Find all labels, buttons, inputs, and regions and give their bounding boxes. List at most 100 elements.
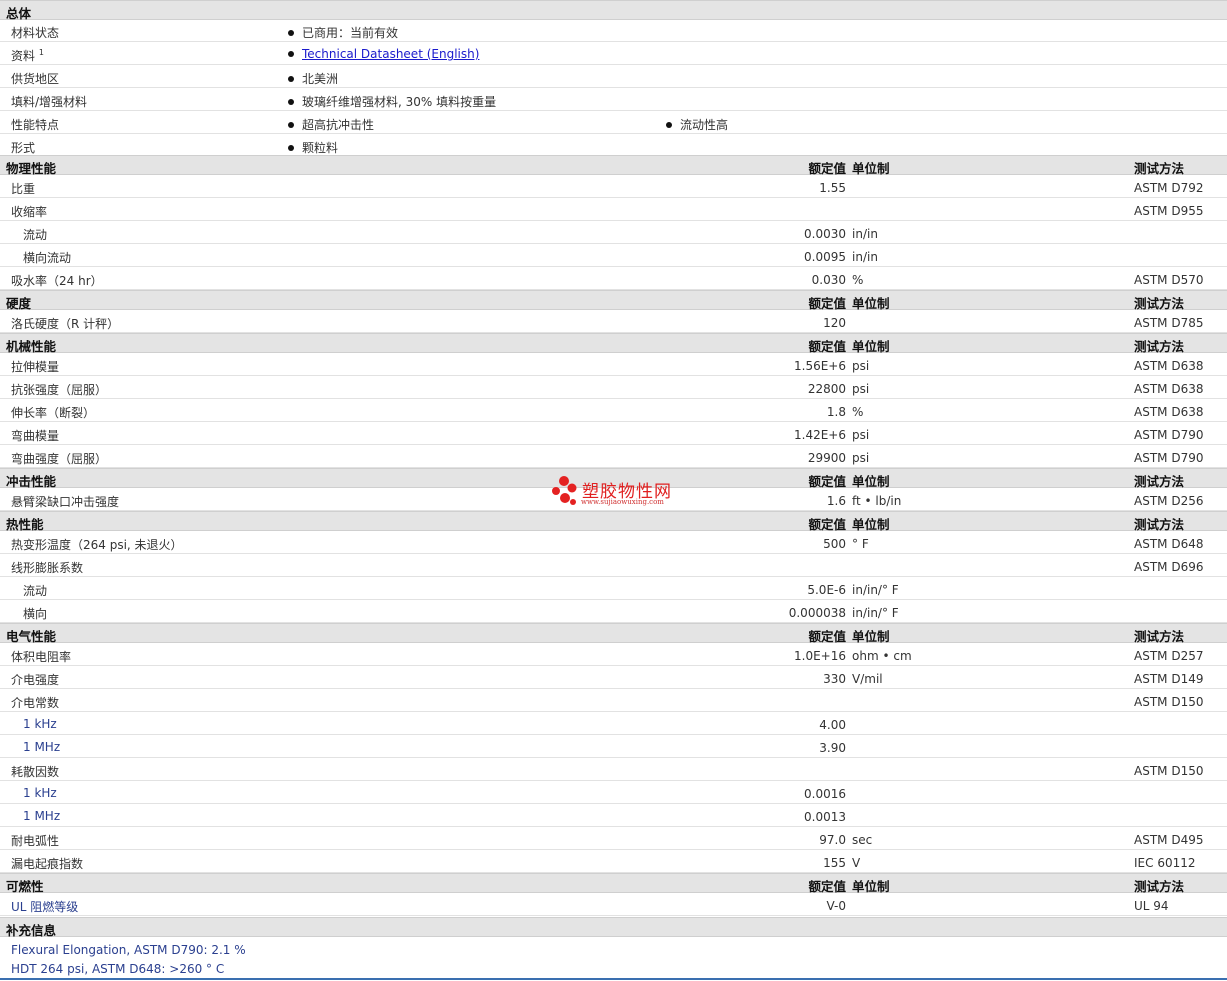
property-label: 1 MHz bbox=[23, 740, 61, 754]
bullet-item: 北美洲 bbox=[288, 70, 338, 87]
property-row: 比重 1.55 ASTM D792 bbox=[0, 175, 1227, 198]
property-row: 1 MHz 3.90 bbox=[0, 735, 1227, 758]
property-value: 1.42E+6 bbox=[794, 428, 846, 442]
property-label: 耐电弧性 bbox=[11, 834, 60, 848]
test-method: ASTM D638 bbox=[1134, 382, 1204, 396]
test-method: IEC 60112 bbox=[1134, 856, 1196, 870]
property-value: 1.55 bbox=[819, 181, 846, 195]
property-value: 5.0E-6 bbox=[807, 583, 846, 597]
section-mechanical-header: 机械性能 额定值 单位制 测试方法 bbox=[0, 333, 1227, 354]
property-label: 介电常数 bbox=[11, 696, 60, 710]
property-row: 1 kHz 4.00 bbox=[0, 712, 1227, 735]
row-features: 性能特点 超高抗冲击性 流动性高 bbox=[0, 111, 1227, 134]
property-label: 吸水率（24 hr） bbox=[11, 274, 103, 288]
property-value: 0.0095 bbox=[804, 250, 846, 264]
property-row: 热变形温度（264 psi, 未退火） 500 ° F ASTM D648 bbox=[0, 531, 1227, 554]
property-label: 横向 bbox=[23, 607, 48, 621]
test-method: ASTM D638 bbox=[1134, 405, 1204, 419]
property-value: 1.0E+16 bbox=[794, 649, 846, 663]
property-value: V-0 bbox=[826, 899, 846, 913]
property-label: 介电强度 bbox=[11, 673, 60, 687]
property-label: 悬臂梁缺口冲击强度 bbox=[11, 495, 120, 509]
property-label: 体积电阻率 bbox=[11, 650, 72, 664]
property-unit: sec bbox=[852, 833, 873, 847]
property-value: 22800 bbox=[807, 382, 846, 396]
test-method: ASTM D150 bbox=[1134, 695, 1204, 709]
test-method: UL 94 bbox=[1134, 899, 1169, 913]
bullet-item: 流动性高 bbox=[666, 116, 728, 133]
bullet-item: Technical Datasheet (English) bbox=[288, 47, 479, 61]
test-method: ASTM D495 bbox=[1134, 833, 1204, 847]
section-title: 补充信息 bbox=[6, 923, 57, 938]
property-unit: % bbox=[852, 405, 864, 419]
property-row: 流动 0.0030 in/in bbox=[0, 221, 1227, 244]
property-unit: psi bbox=[852, 451, 870, 465]
property-label: 1 kHz bbox=[23, 717, 57, 731]
test-method: ASTM D638 bbox=[1134, 359, 1204, 373]
property-unit: in/in bbox=[852, 250, 878, 264]
test-method: ASTM D790 bbox=[1134, 451, 1204, 465]
row-label: 性能特点 bbox=[11, 118, 60, 132]
property-row: 1 MHz 0.0013 bbox=[0, 804, 1227, 827]
section-hardness-header: 硬度 额定值 单位制 测试方法 bbox=[0, 290, 1227, 311]
row-label: 填料/增强材料 bbox=[11, 95, 88, 109]
property-row: UL 阻燃等级 V-0 UL 94 bbox=[0, 893, 1227, 916]
property-row: 伸长率（断裂） 1.8% ASTM D638 bbox=[0, 399, 1227, 422]
bullet-item: 玻璃纤维增强材料, 30% 填料按重量 bbox=[288, 93, 496, 110]
property-value: 0.0013 bbox=[804, 810, 846, 824]
bullet-icon bbox=[288, 51, 294, 57]
property-unit: % bbox=[852, 273, 864, 287]
property-label: 弯曲模量 bbox=[11, 429, 60, 443]
property-label: 伸长率（断裂） bbox=[11, 406, 96, 420]
property-row: 体积电阻率 1.0E+16 ohm • cm ASTM D257 bbox=[0, 643, 1227, 666]
section-flammability-header: 可燃性 额定值 单位制 测试方法 bbox=[0, 873, 1227, 894]
property-label: 弯曲强度（屈服） bbox=[11, 452, 108, 466]
property-value: 0.0016 bbox=[804, 787, 846, 801]
property-label: 耗散因数 bbox=[11, 765, 60, 779]
test-method: ASTM D570 bbox=[1134, 273, 1204, 287]
row-label: 材料状态 bbox=[11, 26, 60, 40]
site-watermark: 塑胶物性网 www.sujiaowuxing.com bbox=[550, 474, 690, 508]
property-label: 线形膨胀系数 bbox=[11, 561, 84, 575]
row-region: 供货地区 北美洲 bbox=[0, 65, 1227, 88]
property-row: 收缩率 ASTM D955 bbox=[0, 198, 1227, 221]
row-form: 形式 颗粒料 bbox=[0, 134, 1227, 157]
property-value: 0.0030 bbox=[804, 227, 846, 241]
test-method: ASTM D790 bbox=[1134, 428, 1204, 442]
bullet-icon bbox=[288, 145, 294, 151]
section-general-header: 总体 bbox=[0, 0, 1227, 21]
row-material-status: 材料状态 已商用：当前有效 bbox=[0, 19, 1227, 42]
property-value: 0.000038 bbox=[788, 606, 846, 620]
bullet-icon bbox=[288, 30, 294, 36]
property-row: 吸水率（24 hr） 0.030% ASTM D570 bbox=[0, 267, 1227, 290]
test-method: ASTM D785 bbox=[1134, 316, 1204, 330]
property-row: 流动 5.0E-6 in/in/° F bbox=[0, 577, 1227, 600]
property-unit: psi bbox=[852, 382, 870, 396]
property-row: 弯曲模量 1.42E+6 psi ASTM D790 bbox=[0, 422, 1227, 445]
property-unit: in/in/° F bbox=[852, 583, 899, 597]
property-unit: psi bbox=[852, 428, 870, 442]
watermark-dots-icon bbox=[552, 476, 577, 505]
property-label: 1 kHz bbox=[23, 786, 57, 800]
bottom-divider bbox=[0, 978, 1227, 980]
row-label: 资料 1 bbox=[11, 48, 44, 63]
property-row: 洛氏硬度（R 计秤） 120 ASTM D785 bbox=[0, 310, 1227, 333]
property-label: 横向流动 bbox=[23, 251, 72, 265]
property-value: 1.8 bbox=[826, 405, 846, 419]
property-label: 洛氏硬度（R 计秤） bbox=[11, 317, 120, 331]
property-label: 流动 bbox=[23, 584, 48, 598]
property-label: 拉伸模量 bbox=[11, 360, 60, 374]
property-label: 流动 bbox=[23, 228, 48, 242]
property-unit: ohm • cm bbox=[852, 649, 912, 663]
property-row: 弯曲强度（屈服） 29900 psi ASTM D790 bbox=[0, 445, 1227, 468]
row-label: 供货地区 bbox=[11, 72, 60, 86]
bullet-icon bbox=[288, 99, 294, 105]
property-label: 抗张强度（屈服） bbox=[11, 383, 108, 397]
section-physical-header: 物理性能 额定值 单位制 测试方法 bbox=[0, 155, 1227, 176]
bullet-item: 超高抗冲击性 bbox=[288, 116, 374, 133]
technical-datasheet-link[interactable]: Technical Datasheet (English) bbox=[302, 47, 479, 61]
property-label: 热变形温度（264 psi, 未退火） bbox=[11, 538, 183, 552]
test-method: ASTM D792 bbox=[1134, 181, 1204, 195]
test-method: ASTM D257 bbox=[1134, 649, 1204, 663]
bullet-icon bbox=[288, 76, 294, 82]
